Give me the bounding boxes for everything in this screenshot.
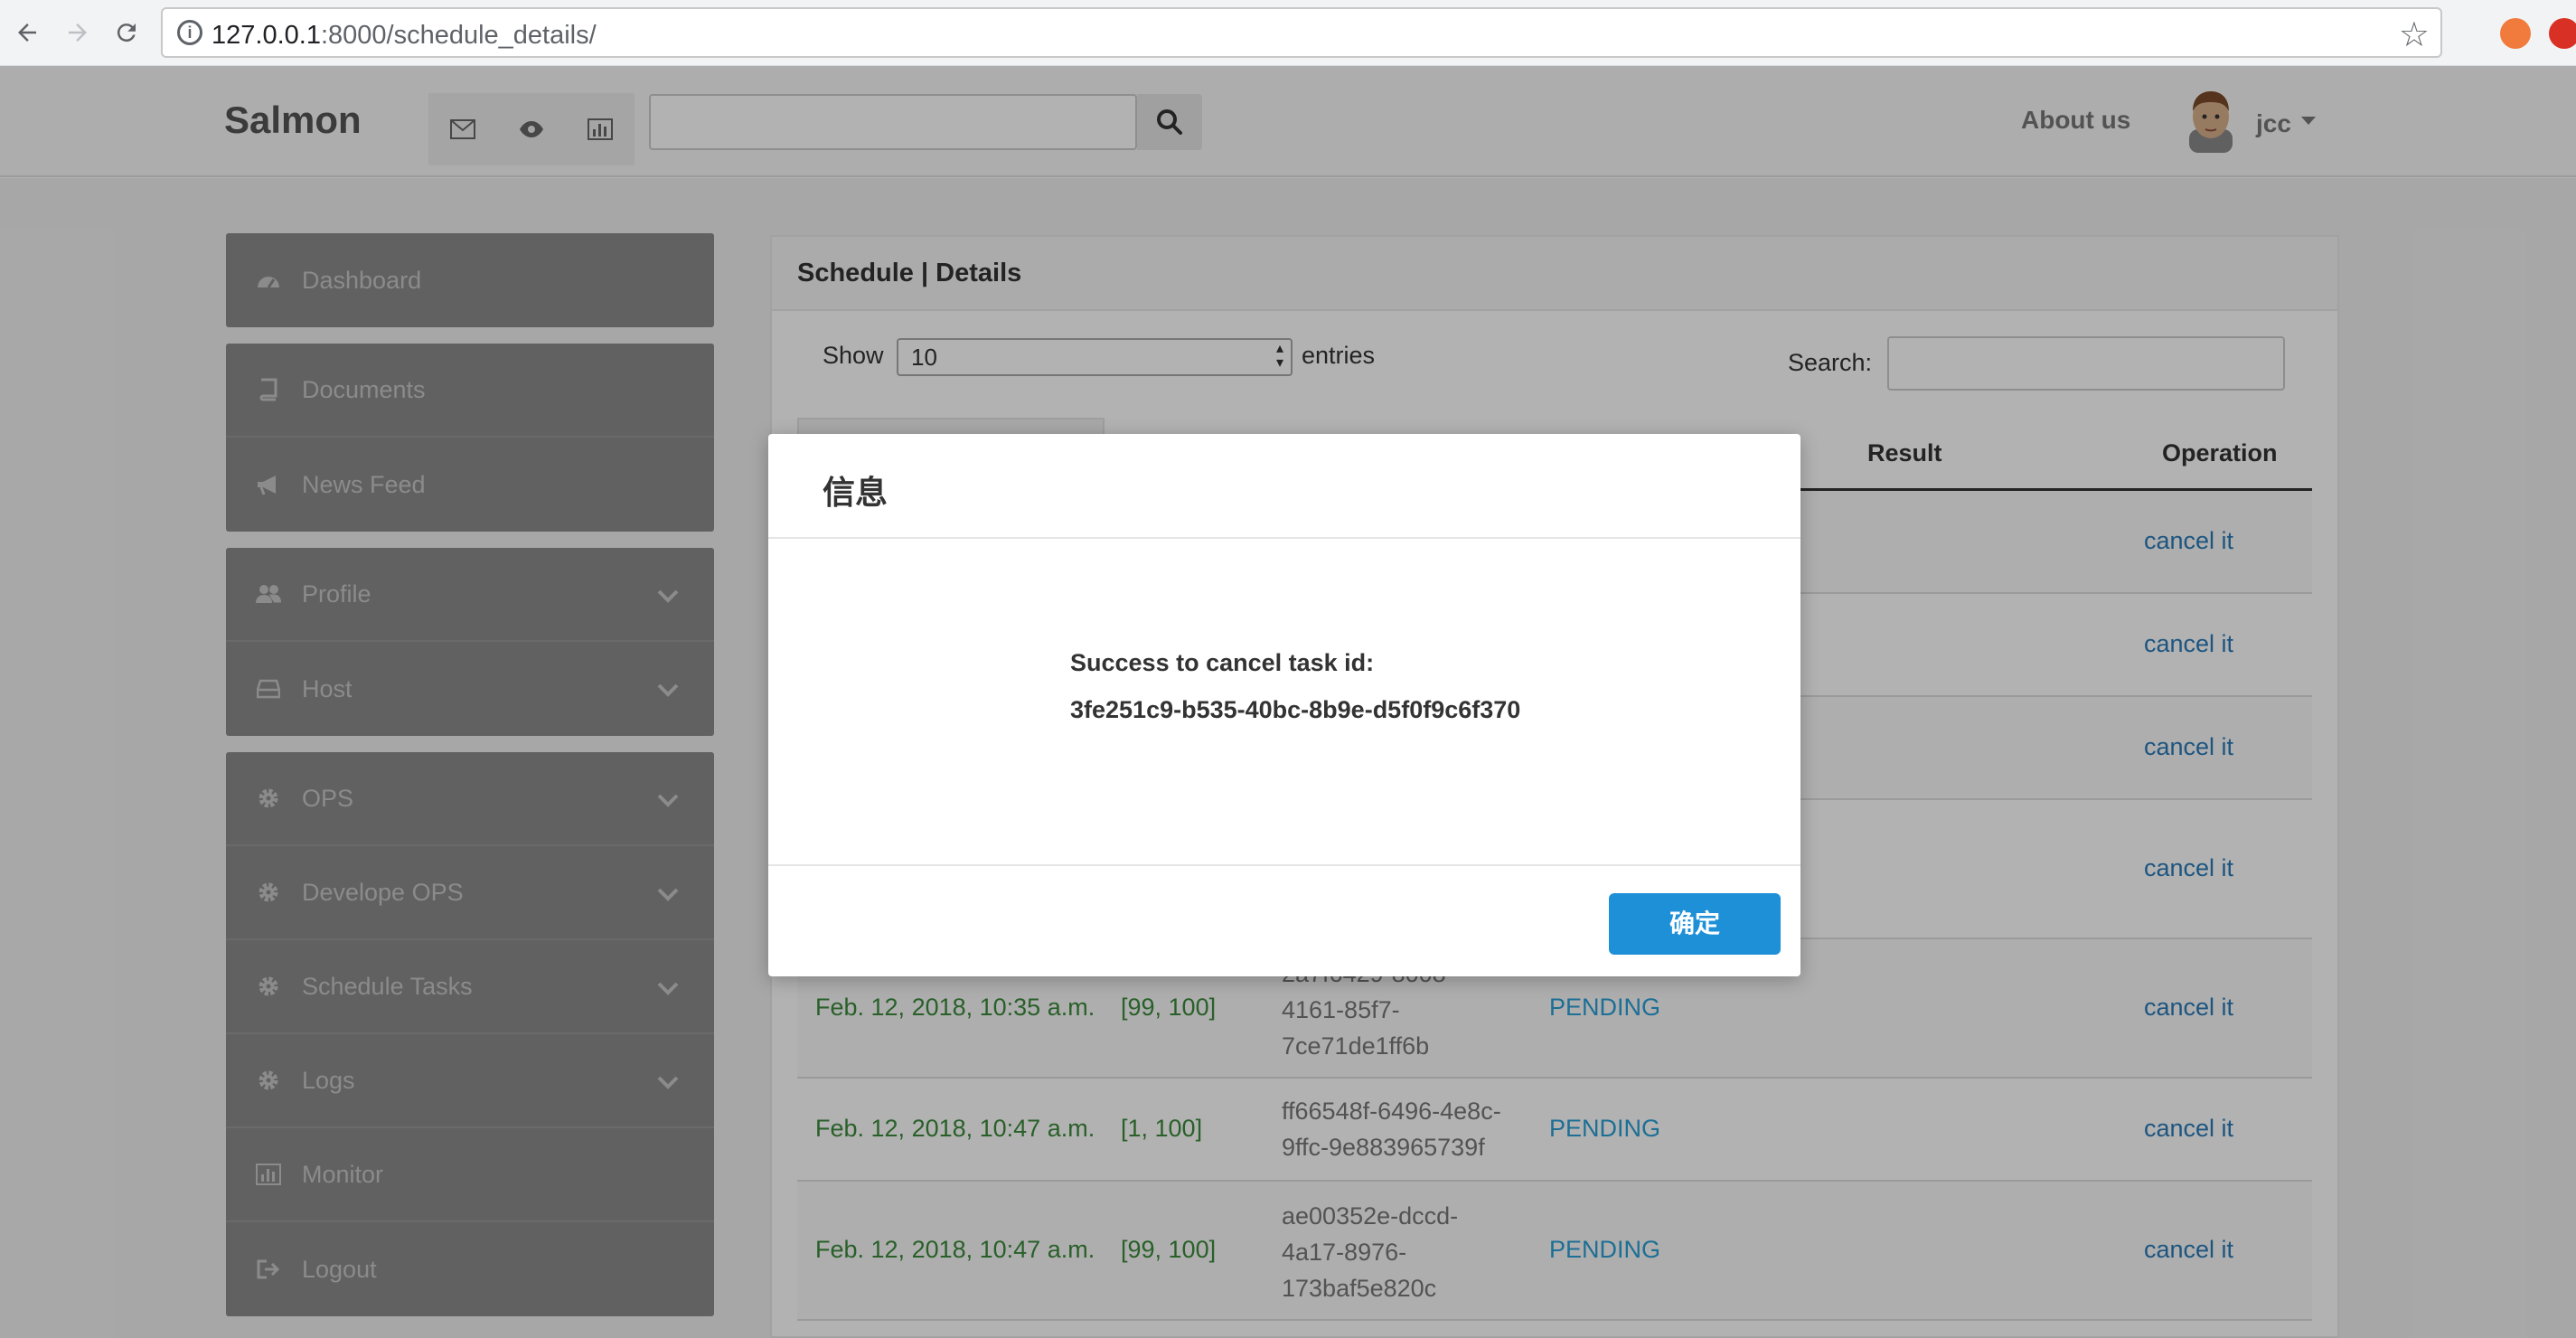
extension-icon[interactable]: [2549, 18, 2576, 49]
dialog-task-id: 3fe251c9-b535-40bc-8b9e-d5f0f9c6f370: [1070, 696, 1521, 723]
info-icon[interactable]: i: [177, 20, 202, 45]
dialog-message: Success to cancel task id:: [1070, 649, 1375, 676]
address-bar[interactable]: i 127.0.0.1:8000/schedule_details/ ☆: [161, 7, 2442, 58]
dialog-header: 信息: [768, 434, 1800, 539]
forward-arrow-icon[interactable]: [58, 13, 98, 52]
dialog-title: 信息: [823, 474, 888, 511]
info-dialog: 信息 Success to cancel task id: 3fe251c9-b…: [768, 434, 1800, 976]
url-text: 127.0.0.1:8000/schedule_details/: [212, 21, 597, 50]
confirm-button[interactable]: 确定: [1609, 893, 1781, 955]
browser-toolbar: i 127.0.0.1:8000/schedule_details/ ☆: [0, 0, 2576, 66]
reload-icon[interactable]: [107, 13, 146, 52]
back-arrow-icon[interactable]: [7, 13, 47, 52]
extension-icon[interactable]: [2500, 18, 2531, 49]
bookmark-star-icon[interactable]: ☆: [2399, 14, 2430, 55]
dialog-footer-divider: [768, 864, 1800, 866]
